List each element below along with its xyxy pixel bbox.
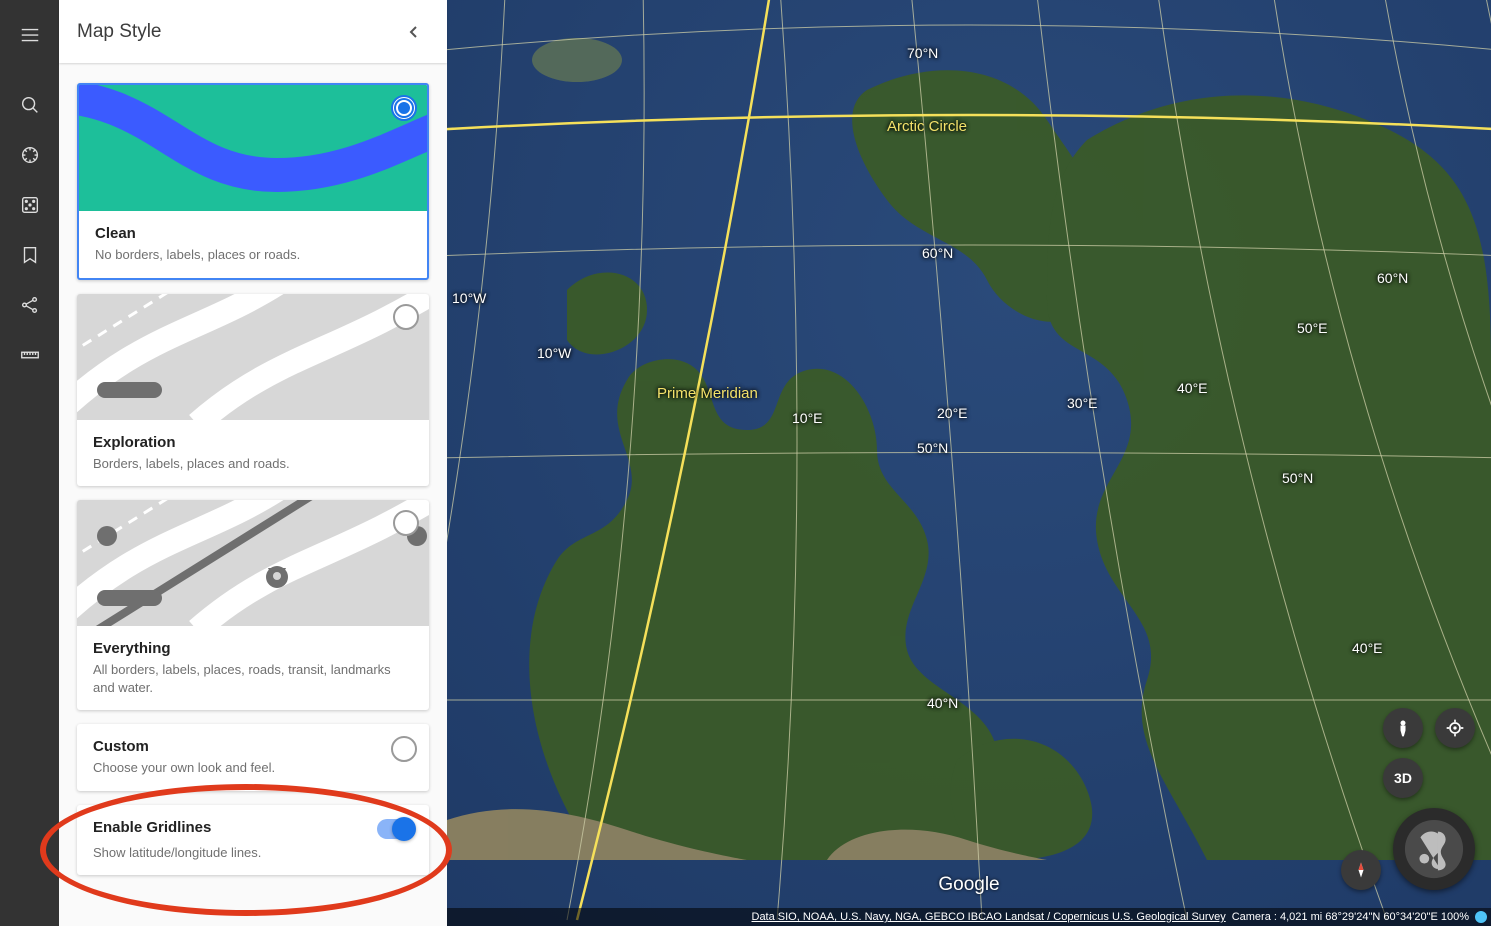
style-thumb-clean	[79, 85, 427, 211]
style-title: Custom	[93, 738, 413, 755]
attrib-data: Data SIO, NOAA, U.S. Navy, NGA, GEBCO IB…	[752, 911, 1226, 923]
collapse-panel-button[interactable]	[399, 17, 429, 47]
radio-icon[interactable]	[393, 304, 419, 330]
map-view[interactable]: 70°N Arctic Circle 10°W 10°W 60°N Prime Merid…	[447, 0, 1491, 926]
style-thumb-everything	[77, 500, 429, 626]
pegman-button[interactable]	[1383, 708, 1423, 748]
style-card-exploration[interactable]: Exploration Borders, labels, places and …	[77, 294, 429, 487]
ruler-icon[interactable]	[0, 330, 59, 380]
radio-icon[interactable]	[393, 510, 419, 536]
radio-selected-icon[interactable]	[391, 95, 417, 121]
voyager-icon[interactable]	[0, 130, 59, 180]
style-desc: All borders, labels, places, roads, tran…	[93, 661, 413, 696]
panel-header: Map Style	[59, 0, 447, 63]
gridlines-desc: Show latitude/longitude lines.	[93, 844, 413, 862]
style-thumb-exploration	[77, 294, 429, 420]
map-grid-label: 40°N	[927, 695, 958, 711]
nav-rail	[0, 0, 59, 926]
style-desc: Choose your own look and feel.	[93, 759, 413, 777]
panel-body[interactable]: Clean No borders, labels, places or road…	[59, 63, 447, 926]
3d-button[interactable]: 3D	[1383, 758, 1423, 798]
gridlines-title: Enable Gridlines	[93, 819, 211, 836]
search-icon[interactable]	[0, 80, 59, 130]
map-grid-label: 60°N	[1377, 270, 1408, 286]
style-card-clean[interactable]: Clean No borders, labels, places or road…	[77, 83, 429, 280]
style-title: Everything	[93, 640, 413, 657]
style-title: Clean	[95, 225, 411, 242]
share-icon[interactable]	[0, 280, 59, 330]
gridlines-card: Enable Gridlines Show latitude/longitude…	[77, 805, 429, 876]
map-grid-label: 40°E	[1352, 640, 1383, 656]
bookmark-icon[interactable]	[0, 230, 59, 280]
gridlines-toggle[interactable]	[377, 819, 413, 839]
map-grid-label: 50°N	[917, 440, 948, 456]
style-title: Exploration	[93, 434, 413, 451]
map-grid-label: 40°E	[1177, 380, 1208, 396]
my-location-button[interactable]	[1435, 708, 1475, 748]
style-desc: Borders, labels, places and roads.	[93, 455, 413, 473]
dice-icon[interactable]	[0, 180, 59, 230]
google-logo: Google	[938, 874, 999, 896]
map-grid-label: 10°W	[537, 345, 571, 361]
map-grid-label: 60°N	[922, 245, 953, 261]
radio-icon[interactable]	[391, 736, 417, 762]
map-grid-label: 10°W	[452, 290, 486, 306]
map-style-panel: Map Style Clean No borders, labels, plac…	[59, 0, 447, 926]
map-controls: 3D	[1341, 708, 1475, 900]
compass-button[interactable]	[1341, 850, 1381, 890]
map-grid-label: 30°E	[1067, 395, 1098, 411]
map-named-label: Arctic Circle	[887, 118, 967, 135]
globe-overview-button[interactable]	[1393, 808, 1475, 890]
style-card-everything[interactable]: Everything All borders, labels, places, …	[77, 500, 429, 710]
map-background	[447, 0, 1491, 926]
location-dot-icon	[1475, 911, 1487, 923]
style-card-custom[interactable]: Custom Choose your own look and feel.	[77, 724, 429, 791]
menu-icon[interactable]	[0, 10, 59, 60]
map-grid-label: 50°N	[1282, 470, 1313, 486]
style-desc: No borders, labels, places or roads.	[95, 246, 411, 264]
panel-title: Map Style	[77, 21, 161, 43]
attribution-bar: Data SIO, NOAA, U.S. Navy, NGA, GEBCO IB…	[447, 908, 1491, 926]
map-named-label: Prime Meridian	[657, 385, 758, 402]
map-grid-label: 20°E	[937, 405, 968, 421]
map-grid-label: 50°E	[1297, 320, 1328, 336]
map-grid-label: 70°N	[907, 45, 938, 61]
attrib-camera: Camera : 4,021 mi 68°29'24"N 60°34'20"E …	[1232, 911, 1469, 923]
map-grid-label: 10°E	[792, 410, 823, 426]
